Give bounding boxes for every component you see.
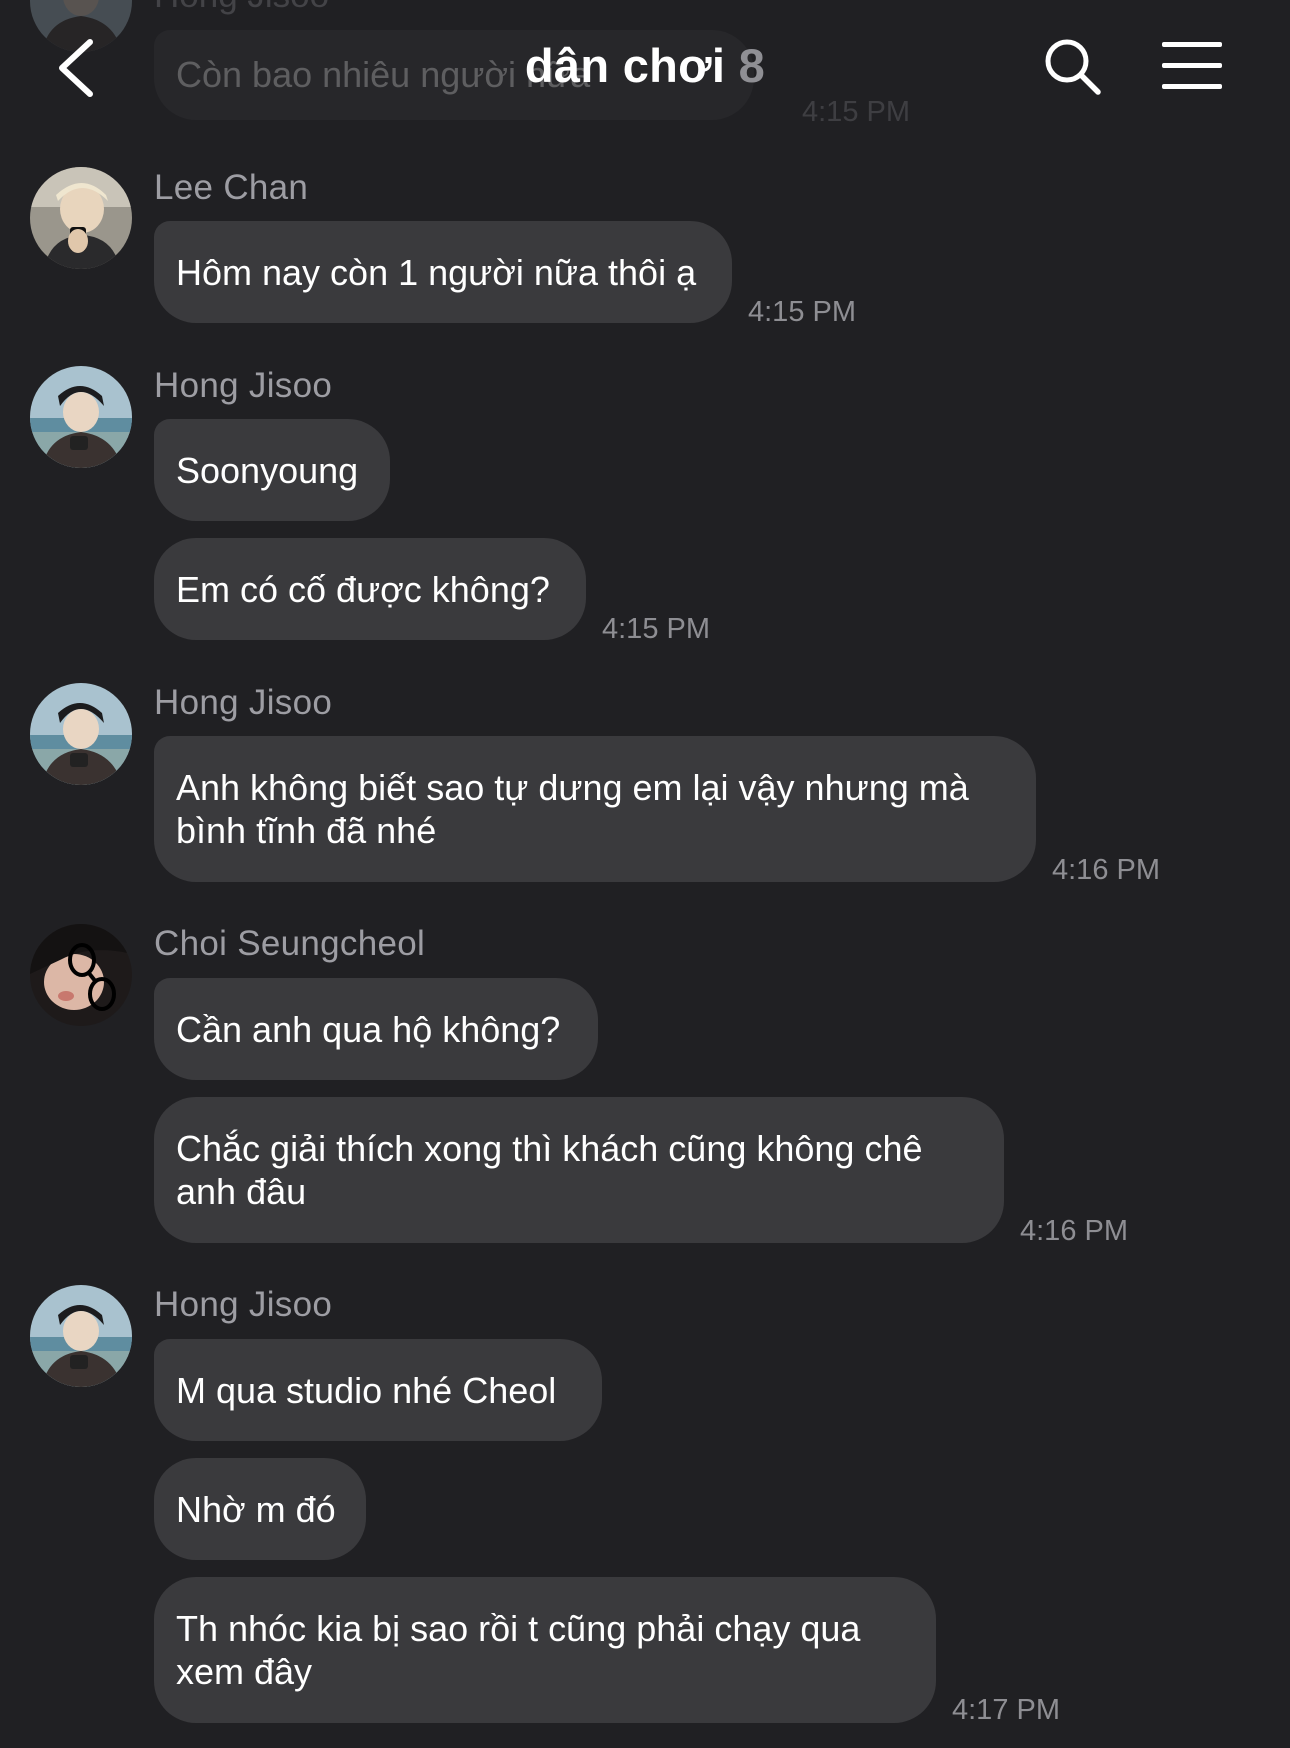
message-text: Anh không biết sao tự dưng em lại vậy nh… — [176, 767, 969, 851]
message-bubble[interactable]: Em có cố được không? — [154, 538, 586, 640]
chat-header: Hong Jisoo Còn bao nhiêu người nữa 4:15 … — [0, 0, 1290, 130]
message-text: Hôm nay còn 1 người nữa thôi ạ — [176, 251, 697, 293]
message-timestamp: 4:17 PM — [952, 1694, 1060, 1726]
message-bubble[interactable]: M qua studio nhé Cheol — [154, 1339, 602, 1441]
message-timestamp: 4:15 PM — [748, 296, 856, 328]
chat-messages-list[interactable]: Lee Chan Hôm nay còn 1 người nữa thôi ạ … — [0, 0, 1290, 1748]
message-timestamp: 4:16 PM — [1020, 1215, 1128, 1247]
avatar[interactable] — [30, 924, 132, 1026]
member-count: 8 — [738, 39, 766, 92]
message-text: Nhờ m đó — [176, 1488, 336, 1530]
message-text: M qua studio nhé Cheol — [176, 1369, 557, 1411]
avatar[interactable] — [30, 366, 132, 468]
sender-name: Lee Chan — [154, 168, 309, 207]
message-bubble[interactable]: Soonyoung — [154, 419, 390, 521]
message-timestamp: 4:16 PM — [1052, 854, 1160, 886]
message-timestamp: 4:15 PM — [602, 613, 710, 645]
avatar[interactable] — [30, 683, 132, 785]
message-timestamp: 4:15 PM — [802, 96, 910, 128]
message-text: Chắc giải thích xong thì khách cũng khôn… — [176, 1128, 923, 1212]
message-text: Cần anh qua hộ không? — [176, 1008, 561, 1050]
message-bubble[interactable]: Cần anh qua hộ không? — [154, 978, 598, 1080]
message-bubble[interactable]: Chắc giải thích xong thì khách cũng khôn… — [154, 1097, 1004, 1243]
avatar[interactable] — [30, 1285, 132, 1387]
sender-name: Choi Seungcheol — [154, 924, 426, 963]
message-bubble[interactable]: Hôm nay còn 1 người nữa thôi ạ — [154, 221, 732, 323]
menu-button[interactable] — [1160, 38, 1226, 94]
message-text: Em có cố được không? — [176, 568, 550, 610]
message-text: Th nhóc kia bị sao rồi t cũng phải chạy … — [176, 1608, 861, 1692]
sender-name: Hong Jisoo — [154, 0, 329, 16]
message-bubble[interactable]: Nhờ m đó — [154, 1458, 366, 1560]
message-text: Soonyoung — [176, 449, 359, 491]
message-bubble[interactable]: Th nhóc kia bị sao rồi t cũng phải chạy … — [154, 1577, 936, 1723]
sender-name: Hong Jisoo — [154, 1285, 333, 1324]
avatar[interactable] — [30, 167, 132, 269]
group-name: dân chơi — [524, 39, 726, 92]
hamburger-menu-icon — [1162, 42, 1222, 89]
search-button[interactable] — [1040, 34, 1104, 98]
sender-name: Hong Jisoo — [154, 366, 333, 405]
search-icon — [1045, 39, 1101, 95]
message-bubble[interactable]: Anh không biết sao tự dưng em lại vậy nh… — [154, 736, 1036, 882]
sender-name: Hong Jisoo — [154, 683, 333, 722]
